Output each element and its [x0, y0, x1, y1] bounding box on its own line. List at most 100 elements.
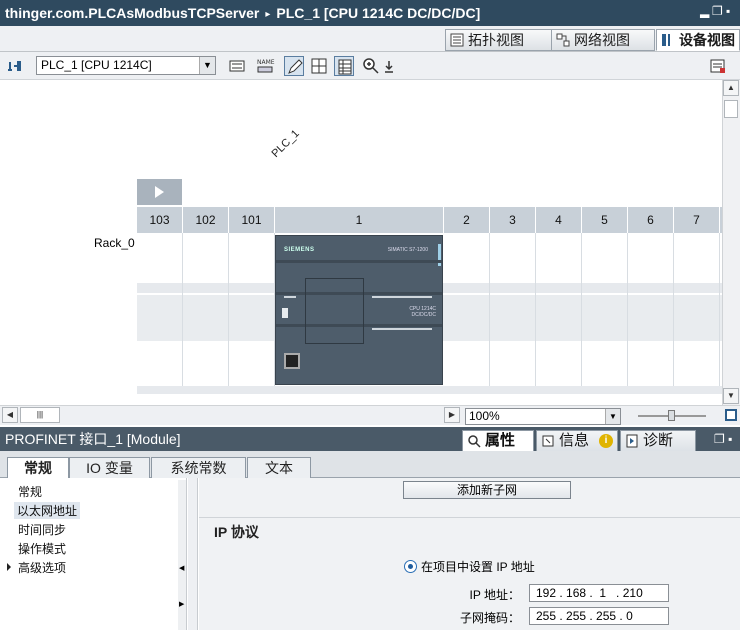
scroll-up-icon[interactable]: ▲ [723, 80, 739, 96]
network-icon [556, 33, 570, 47]
info-tab-icon [542, 435, 554, 447]
rename-button[interactable]: NAME [255, 56, 275, 76]
add-subnet-button[interactable]: 添加新子网 [403, 481, 571, 499]
tab-system-constants[interactable]: 系统常数 [151, 457, 246, 478]
slot-number: 101 [229, 207, 275, 233]
zoom-slider-knob[interactable] [668, 410, 675, 421]
overview-button[interactable] [724, 408, 738, 422]
table-button[interactable] [334, 56, 354, 76]
cpu-tag [282, 308, 288, 318]
pen-icon [288, 59, 303, 74]
rack-slot[interactable] [628, 233, 674, 386]
ethernet-port-icon[interactable] [284, 353, 300, 369]
rack-slot[interactable] [536, 233, 582, 386]
tab-general[interactable]: 常规 [7, 457, 69, 479]
tab-network-view[interactable]: 网络视图 [551, 29, 655, 51]
svg-text:NAME: NAME [257, 59, 275, 66]
info-icon: i [599, 434, 613, 448]
module-strip [276, 260, 442, 263]
zoom-button[interactable] [361, 56, 381, 76]
tab-label: 拓扑视图 [468, 32, 524, 48]
device-tree-button[interactable] [5, 56, 25, 76]
tab-label: 诊断 [643, 432, 674, 449]
scroll-left-icon[interactable]: ◀ [179, 564, 184, 572]
device-name: PLC_1 [CPU 1214C DC/DC/DC] [276, 5, 481, 21]
scroll-thumb[interactable] [724, 100, 738, 118]
cpu-module[interactable]: SIEMENS SIMATIC S7-1200 CPU 1214C DC/DC/D… [275, 235, 443, 385]
rack-slot[interactable] [674, 233, 720, 386]
nav-item-general[interactable]: 常规 [18, 483, 42, 500]
device-toolbar: PLC_1 [CPU 1214C] ▼ NAME [0, 52, 740, 80]
scroll-left-icon[interactable]: ◀ [2, 407, 18, 423]
rack-slot[interactable] [582, 233, 628, 386]
chevron-down-icon: ▼ [605, 409, 620, 424]
ip-address-label: IP 地址： [469, 588, 520, 602]
rack-slot[interactable] [490, 233, 536, 386]
property-nav: 常规 以太网地址 时间同步 操作模式 高级选项 [0, 478, 187, 630]
subnet-mask-field[interactable]: 255 . 255 . 255 . 0 [529, 607, 669, 625]
restore-icon[interactable]: ❐ [712, 5, 723, 17]
cpu-variant: CPU 1214C DC/DC/DC [409, 306, 436, 318]
ip-protocol-heading: IP 协议 [214, 524, 259, 540]
horizontal-scroll-thumb[interactable]: ||| [20, 407, 60, 423]
swap-button[interactable] [227, 56, 247, 76]
scroll-right-icon[interactable]: ▶ [444, 407, 460, 423]
rack-rail [137, 386, 737, 394]
slot-number: 6 [628, 207, 674, 233]
led-indicator [372, 328, 432, 330]
nav-item-time-sync[interactable]: 时间同步 [18, 521, 66, 538]
overview-icon [725, 409, 737, 421]
device-tree-icon [8, 61, 21, 71]
tab-label: 设备视图 [679, 32, 735, 48]
tab-io-tags[interactable]: IO 变量 [69, 457, 150, 478]
nav-item-advanced-options[interactable]: 高级选项 [18, 559, 66, 576]
splitter[interactable] [188, 478, 198, 630]
window-controls: ▂ ❐ ▪ [700, 5, 736, 19]
swap-icon [229, 60, 245, 72]
rack-slot[interactable] [137, 233, 183, 386]
vertical-scrollbar[interactable]: ▲ ▼ [722, 80, 740, 405]
tab-texts[interactable]: 文本 [247, 457, 311, 478]
rack-slot[interactable] [229, 233, 275, 386]
title-bar: thinger.com.PLCAsModbusTCPServer ▸ PLC_1 [… [0, 0, 740, 26]
breadcrumb-separator: ▸ [265, 9, 271, 20]
led-indicator [372, 296, 432, 298]
tab-properties[interactable]: 属性 [462, 430, 534, 452]
tab-device-view[interactable]: 设备视图 [656, 29, 740, 51]
properties-button[interactable] [708, 56, 728, 76]
nav-item-ethernet-addresses[interactable]: 以太网地址 [14, 502, 81, 519]
name-icon: NAME [257, 59, 275, 73]
cpu-model: SIMATIC S7-1200 [387, 247, 428, 253]
tab-diagnostics[interactable]: 诊断 [620, 430, 696, 452]
slot-number: 5 [582, 207, 628, 233]
cpu-brand: SIEMENS [284, 247, 315, 253]
expand-arrow-icon[interactable] [7, 563, 11, 571]
rack-expand-button[interactable] [137, 179, 182, 205]
slot-number: 2 [444, 207, 490, 233]
canvas-status-row: ◀ ||| ▶ 100% ▼ [0, 405, 740, 425]
rack-slot[interactable] [444, 233, 490, 386]
nav-item-operating-mode[interactable]: 操作模式 [18, 540, 66, 557]
grid-button[interactable] [309, 56, 329, 76]
radio-label: 在项目中设置 IP 地址 [421, 560, 535, 574]
device-select[interactable]: PLC_1 [CPU 1214C] ▼ [36, 56, 216, 75]
set-ip-in-project-radio[interactable] [404, 560, 417, 573]
subnet-mask-label: 子网掩码： [459, 611, 520, 625]
inspector-window-controls[interactable]: ❐ ▪ [714, 432, 738, 448]
device-select-value: PLC_1 [CPU 1214C] [41, 58, 152, 72]
scroll-right-icon[interactable]: ▶ [179, 600, 184, 608]
zoom-menu-button[interactable] [379, 56, 393, 76]
nav-scrollbar[interactable]: ◀ ▶ [178, 480, 186, 630]
slot-number: 4 [536, 207, 582, 233]
maximize-icon[interactable]: ▪ [726, 5, 730, 17]
zoom-value: 100% [469, 409, 500, 423]
ip-address-field[interactable]: 192 . 168 . 1 . 210 [529, 584, 669, 602]
slot-number: 103 [137, 207, 183, 233]
zoom-select[interactable]: 100% ▼ [465, 408, 621, 425]
minimize-icon[interactable]: ▂ [700, 5, 709, 17]
tab-topology-view[interactable]: 拓扑视图 [445, 29, 553, 51]
rack-slot[interactable] [183, 233, 229, 386]
tab-info[interactable]: 信息 i [536, 430, 618, 452]
draw-button[interactable] [284, 56, 304, 76]
scroll-down-icon[interactable]: ▼ [723, 388, 739, 404]
